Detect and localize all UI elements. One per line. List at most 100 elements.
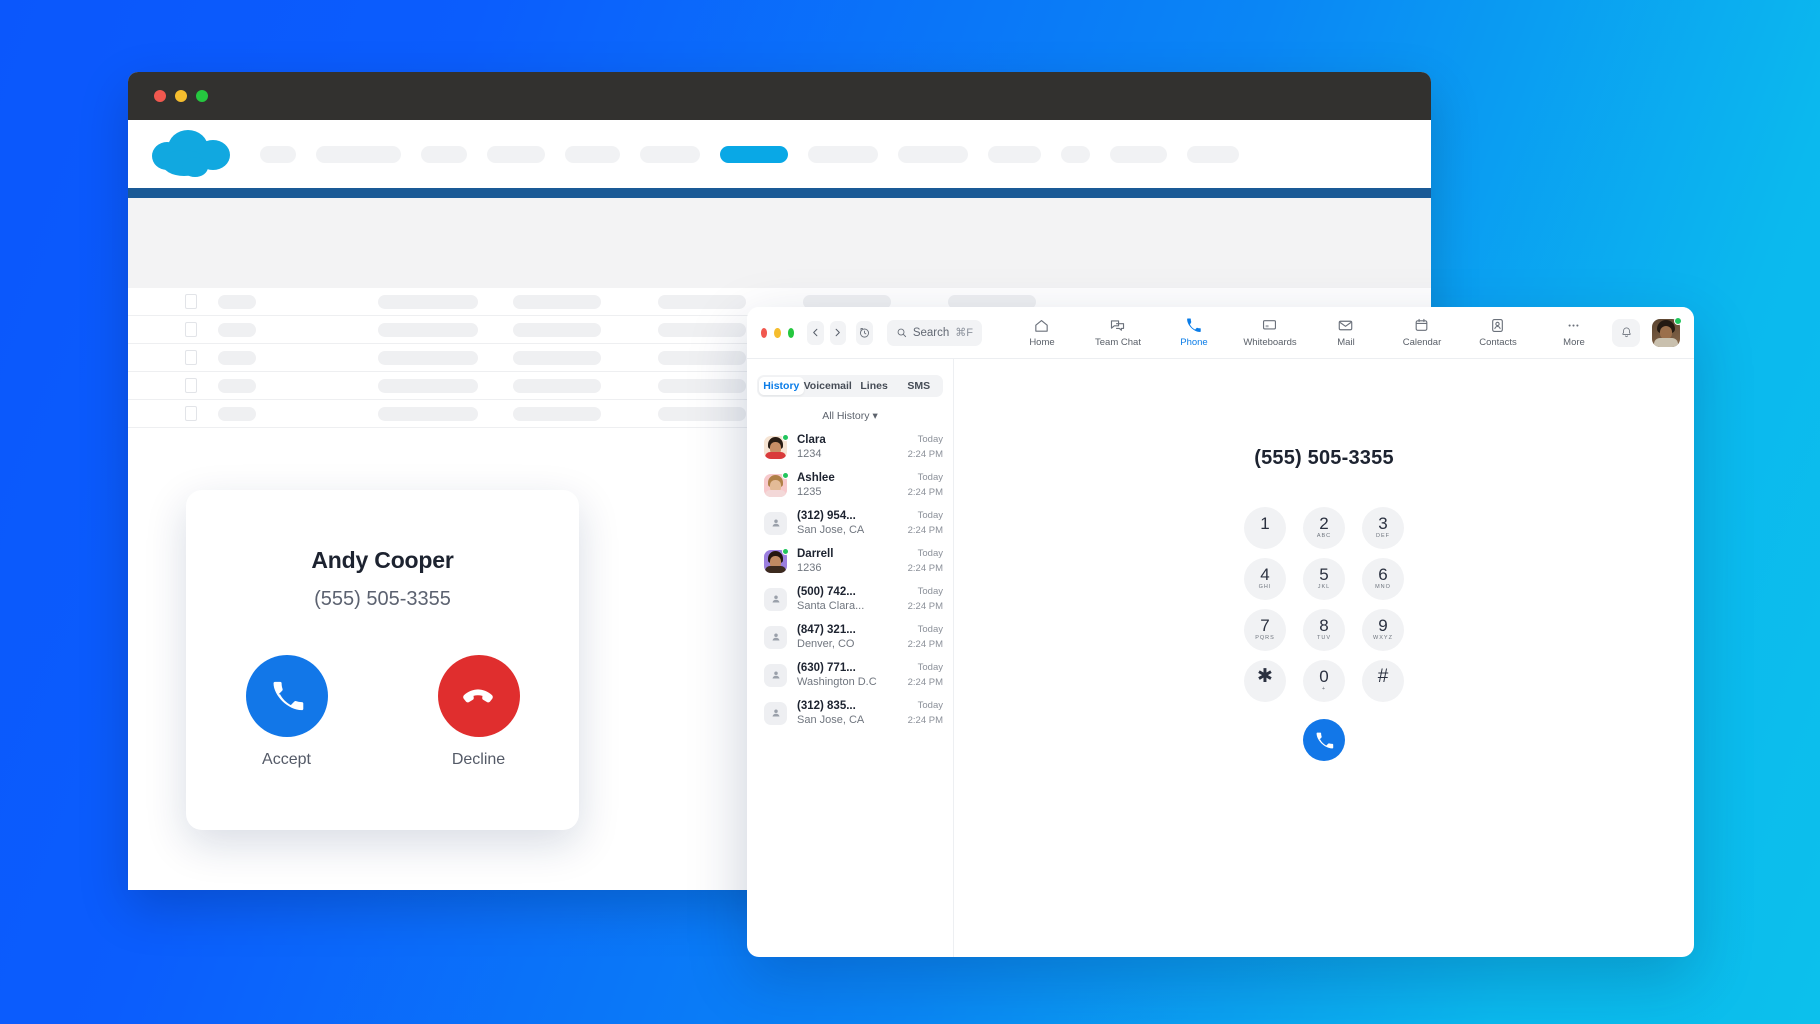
dialpad-key-pound[interactable]: # [1354,655,1412,706]
zoom-close-button[interactable] [761,327,768,338]
nav-item-home[interactable]: Home [1004,317,1080,348]
tab-lines[interactable]: Lines [852,377,897,395]
row-checkbox[interactable] [185,322,197,337]
zoom-body: History Voicemail Lines SMS All History ▾ C… [747,359,1694,957]
notifications-button[interactable] [1612,318,1640,347]
dialpad-key-digit: 0 [1319,667,1329,686]
contacts-icon [1492,318,1504,333]
nav-item-label: Calendar [1402,337,1442,348]
nav-item-contacts[interactable]: Contacts [1460,317,1536,348]
dialpad-key-3[interactable]: 3 DEF [1354,502,1412,553]
caller-number: (555) 505-3355 [314,588,451,610]
cell-placeholder [218,406,256,421]
list-item[interactable]: (630) 771... Washington D.C Today 2:24 PM [747,656,953,694]
person-icon [772,595,779,603]
list-item[interactable]: (312) 835... San Jose, CA Today 2:24 PM [747,694,953,732]
row-checkbox[interactable] [185,350,197,365]
browser-minimize-button[interactable] [175,90,187,102]
dialpad-key-4[interactable]: 4 GHI [1236,553,1294,604]
dialpad-key-5[interactable]: 5 JKL [1295,553,1353,604]
person-icon [772,709,779,717]
zoom-minimize-button[interactable] [774,327,781,338]
dialpad-key-8[interactable]: 8 TUV [1295,604,1353,655]
crm-nav-tab-3[interactable] [487,145,545,163]
contact-subtitle: Santa Clara... [797,600,865,612]
tab-sms[interactable]: SMS [896,377,941,395]
dialpad-key-0[interactable]: 0 + [1295,655,1353,706]
call-history-list: Clara 1234 Today 2:24 PM Ashlee 1235 Today 2:24… [747,428,953,732]
browser-close-button[interactable] [154,90,166,102]
nav-item-whiteboards[interactable]: Whiteboards [1232,317,1308,348]
chevron-right-icon [836,328,841,337]
crm-nav-tab-2[interactable] [421,145,467,163]
nav-item-phone[interactable]: Phone [1156,317,1232,348]
list-item[interactable]: Clara 1234 Today 2:24 PM [747,428,953,466]
dialpad-call-button[interactable] [1303,719,1345,761]
contact-subtitle: Denver, CO [797,638,855,650]
nav-item-more[interactable]: More [1536,317,1612,348]
list-item[interactable]: (500) 742... Santa Clara... Today 2:24 PM [747,580,953,618]
dialpad-key-1[interactable]: 1 [1236,502,1294,553]
tab-history[interactable]: History [759,377,804,395]
ellipsis-icon [1569,324,1579,327]
browser-maximize-button[interactable] [196,90,208,102]
list-item-meta: Today 2:24 PM [908,624,943,650]
back-button[interactable] [807,320,824,345]
dialpad-key-6[interactable]: 6 MNO [1354,553,1412,604]
chat-bubbles-icon [1111,320,1125,331]
presence-indicator [782,433,789,441]
call-time: 2:24 PM [907,563,943,574]
dialpad-key-digit: 5 [1319,565,1329,584]
row-checkbox[interactable] [185,378,197,393]
list-item[interactable]: Ashlee 1235 Today 2:24 PM [747,466,953,504]
crm-nav-tab-7[interactable] [808,145,878,163]
search-input[interactable]: Search ⌘F [886,319,982,346]
dialpad-key-9[interactable]: 9 WXYZ [1354,604,1412,655]
dialpad-key-letters: DEF [1376,533,1390,539]
crm-nav-tab-12[interactable] [1187,145,1239,163]
crm-nav-tab-10[interactable] [1061,145,1090,163]
crm-nav-tab-11[interactable] [1110,145,1167,163]
zoom-maximize-button[interactable] [787,327,795,338]
crm-nav-tab-9[interactable] [988,145,1041,163]
decline-call-action: Decline [437,655,520,769]
list-item[interactable]: Darrell 1236 Today 2:24 PM [747,542,953,580]
avatar[interactable] [1652,316,1682,347]
crm-nav-tab-0[interactable] [260,145,296,163]
tab-voicemail[interactable]: Voicemail [804,377,852,395]
cell-placeholder [513,322,601,337]
dialpad-grid: 1 2 ABC 3 DEF 4 GHI 5 JKL 6 MNO 7 PQRS 8 TUV 9 WXYZ ✱ 0 + # [1236,502,1412,706]
crm-nav-tab-5[interactable] [640,145,700,163]
nav-item-mail[interactable]: Mail [1308,317,1384,348]
dialpad-key-surface: 2 ABC [1303,506,1345,549]
decline-call-button[interactable] [437,655,520,737]
nav-item-team-chat[interactable]: Team Chat [1080,317,1156,348]
accept-call-button[interactable] [245,655,328,737]
row-checkbox[interactable] [185,294,197,309]
nav-item-calendar[interactable]: Calendar [1384,317,1460,348]
crm-nav-tab-6[interactable] [720,145,788,163]
dialpad-key-7[interactable]: 7 PQRS [1236,604,1294,655]
cell-placeholder [378,350,478,365]
dialpad-key-2[interactable]: 2 ABC [1295,502,1353,553]
list-item[interactable]: (847) 321... Denver, CO Today 2:24 PM [747,618,953,656]
history-filter-dropdown[interactable]: All History ▾ [747,410,953,422]
crm-nav-tab-1[interactable] [316,145,401,163]
cell-placeholder [378,294,478,309]
row-checkbox[interactable] [185,406,197,421]
contact-placeholder-icon [764,663,787,687]
dialpad-key-digit: 8 [1319,616,1329,635]
bell-icon [1621,327,1631,338]
crm-nav-tab-4[interactable] [565,145,620,163]
forward-button[interactable] [829,320,847,345]
cell-placeholder [513,294,601,309]
nav-item-label: Mail [1337,337,1355,348]
browser-titlebar [128,72,1431,120]
cell-placeholder [658,294,746,309]
cell-placeholder [218,378,256,393]
dialpad-key-star[interactable]: ✱ [1236,655,1294,706]
phone-sidebar: History Voicemail Lines SMS All History ▾ C… [747,359,954,957]
crm-nav-tab-8[interactable] [898,145,968,163]
list-item[interactable]: (312) 954... San Jose, CA Today 2:24 PM [747,504,953,542]
history-button[interactable] [856,320,873,345]
